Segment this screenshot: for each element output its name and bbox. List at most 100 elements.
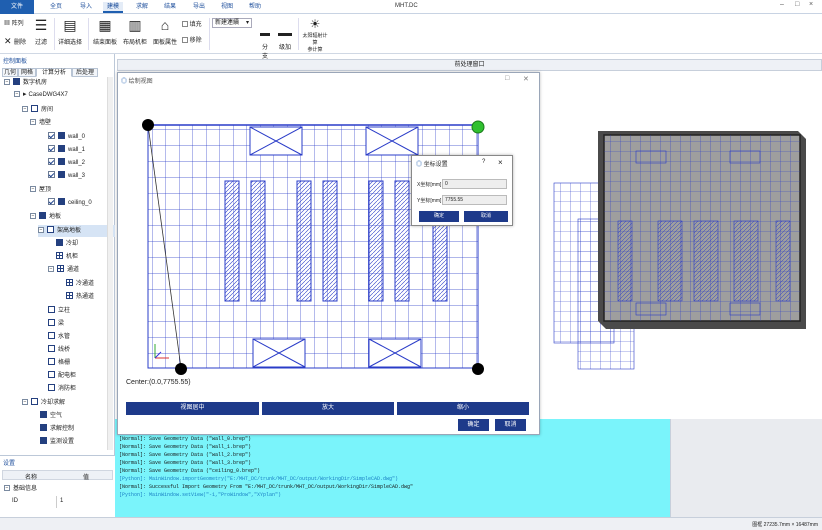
tree-item-wall2[interactable]: wall_2	[48, 157, 85, 169]
add-level-button[interactable]: 级加	[278, 30, 292, 51]
console-line: [Normal]: Save Geometry Data ("wall_1.br…	[119, 444, 252, 450]
tree-item-raised-floor[interactable]: − 架高地板	[38, 225, 115, 237]
tree-item-column[interactable]: 立柱	[48, 305, 70, 317]
visibility-checkbox[interactable]	[48, 170, 55, 178]
tree-item-root[interactable]: − 数字机房	[4, 77, 47, 89]
x-coordinate-input[interactable]: 0	[442, 179, 507, 189]
fill-checkbox[interactable]: 填充	[182, 19, 202, 28]
pdu-icon	[48, 370, 55, 378]
tree-item-ceiling[interactable]: − 屋顶	[30, 184, 51, 196]
cold-aisle-icon	[66, 278, 73, 286]
collapse-icon: −	[30, 213, 36, 220]
tab-model[interactable]: 建模	[103, 2, 123, 13]
tab-home[interactable]: 全页	[46, 2, 66, 13]
delete-button[interactable]: ✕ 删除	[4, 36, 26, 47]
tree-item-wall0[interactable]: wall_0	[48, 131, 85, 143]
solar-button[interactable]: ☀ 太阳辐射计算 参计算	[302, 17, 328, 53]
tree-item-ctrl[interactable]: 求解控制	[40, 423, 74, 435]
tree-item-floor[interactable]: − 地板	[30, 211, 61, 223]
tree-item-pdu[interactable]: 配电柜	[48, 370, 76, 382]
dialog-close-button[interactable]: ✕	[523, 75, 529, 83]
tab-help[interactable]: 帮助	[245, 2, 265, 13]
tab-import[interactable]: 导入	[76, 2, 96, 13]
zoom-out-button[interactable]: 缩小	[397, 402, 529, 415]
corner-point[interactable]	[175, 363, 187, 375]
3d-viewport[interactable]	[540, 71, 822, 419]
tree-label: 冷却求解	[41, 400, 66, 406]
layout-machine-button[interactable]: ▥ 布局机柜	[121, 18, 149, 46]
tree-label: 立柱	[58, 308, 71, 314]
tree-item-cold-aisle[interactable]: 冷通道	[66, 278, 94, 290]
subtab-mesh[interactable]: 网格	[18, 68, 36, 77]
console-line: [Normal]: Save Geometry Data ("wall_2.br…	[119, 452, 252, 458]
tree-item-room[interactable]: − 房间	[22, 104, 53, 116]
tree-item-grille[interactable]: 格栅	[48, 357, 70, 369]
corner-point[interactable]	[142, 119, 154, 131]
tree-item-cabinet[interactable]: 机柜	[56, 251, 78, 263]
panel-attr-button[interactable]: ⌂ 面板属性	[152, 18, 178, 46]
dialog-title: ◎ 绘制视图	[121, 76, 153, 85]
tree-item-air[interactable]: 空气	[40, 410, 62, 422]
tree-item-duct[interactable]: − 通道	[48, 264, 79, 276]
delete-label: 删除	[14, 40, 27, 46]
solar-label: 太阳辐射计算	[302, 33, 328, 46]
help-button[interactable]: ?	[482, 159, 485, 165]
tab-view[interactable]: 视图	[217, 2, 237, 13]
coord-close-button[interactable]: ×	[498, 158, 503, 167]
properties-title: 设置	[3, 461, 16, 467]
subtab-post[interactable]: 后处理	[72, 68, 98, 77]
sun-icon: ☀	[309, 17, 321, 31]
tree-item-fire[interactable]: 消防柜	[48, 383, 76, 395]
visibility-checkbox[interactable]	[48, 157, 55, 165]
view-center-button[interactable]: 视图居中	[126, 402, 259, 415]
visibility-checkbox[interactable]	[48, 144, 55, 152]
tree-item-wall1[interactable]: wall_1	[48, 144, 85, 156]
array-button[interactable]: ▦ 阵列	[4, 18, 24, 27]
y-coordinate-input[interactable]: 7755.55	[442, 195, 507, 205]
file-tab[interactable]: 文件	[0, 0, 34, 14]
tree-label: ceiling_0	[68, 200, 92, 206]
zoom-in-button[interactable]: 放大	[262, 402, 394, 415]
visibility-checkbox[interactable]	[48, 197, 55, 205]
equip-panel-button[interactable]: ▦ 结束面板	[92, 18, 118, 46]
detail-choice-button[interactable]: ▤ 详细选择	[58, 18, 82, 46]
tree-item-monitor[interactable]: 监测设置	[40, 436, 74, 448]
tree-item-case[interactable]: − ▸ CaseDWG4X7	[14, 89, 68, 101]
tree-item-solve[interactable]: − 冷却求解	[22, 397, 65, 409]
tree-item-walls[interactable]: − 墙壁	[30, 117, 51, 129]
minimize-button[interactable]: –	[780, 1, 784, 8]
subtab-analysis[interactable]: 计算分析	[36, 68, 72, 77]
group-basic[interactable]: − 基础信息	[4, 483, 37, 492]
branch-button[interactable]: 分支	[260, 30, 270, 60]
combo-select[interactable]: 新建連續 ▾	[212, 18, 252, 28]
array-icon: ▦	[4, 21, 12, 27]
tree-item-bridge[interactable]: 线桥	[48, 344, 70, 356]
close-button[interactable]: ×	[809, 1, 813, 8]
maximize-button[interactable]: □	[795, 1, 799, 8]
corner-point[interactable]	[472, 363, 484, 375]
tree-item-cooler[interactable]: 冷却	[56, 238, 78, 250]
ribbon-separator	[209, 18, 210, 50]
selected-corner-point[interactable]	[471, 120, 485, 134]
dialog-maximize-button[interactable]: □	[505, 75, 509, 82]
visibility-checkbox[interactable]	[48, 131, 55, 139]
move-checkbox[interactable]: 移除	[182, 35, 202, 44]
tab-result[interactable]: 结果	[160, 2, 180, 13]
cancel-button[interactable]: 取消	[495, 419, 526, 431]
subtab-geometry[interactable]: 几何	[2, 68, 18, 77]
column-value: 值	[83, 475, 90, 481]
tree-item-wall3[interactable]: wall_3	[48, 170, 85, 182]
tree-item-hot-aisle[interactable]: 热通道	[66, 291, 94, 303]
coord-cancel-button[interactable]: 取消	[464, 211, 508, 222]
tree-item-beam[interactable]: 梁	[48, 318, 64, 330]
tree-scrollbar[interactable]	[107, 77, 113, 450]
tab-export[interactable]: 导出	[189, 2, 209, 13]
tree-item-ceiling0[interactable]: ceiling_0	[48, 197, 92, 209]
filter-button[interactable]: ☰ 过滤	[34, 18, 48, 46]
tree-item-pipe[interactable]: 水管	[48, 331, 70, 343]
cabinet-icon	[56, 251, 63, 259]
ok-button[interactable]: 确定	[458, 419, 489, 431]
tab-solve[interactable]: 求解	[132, 2, 152, 13]
prop-id-value[interactable]: 1	[60, 498, 63, 504]
coord-ok-button[interactable]: 确定	[419, 211, 459, 222]
